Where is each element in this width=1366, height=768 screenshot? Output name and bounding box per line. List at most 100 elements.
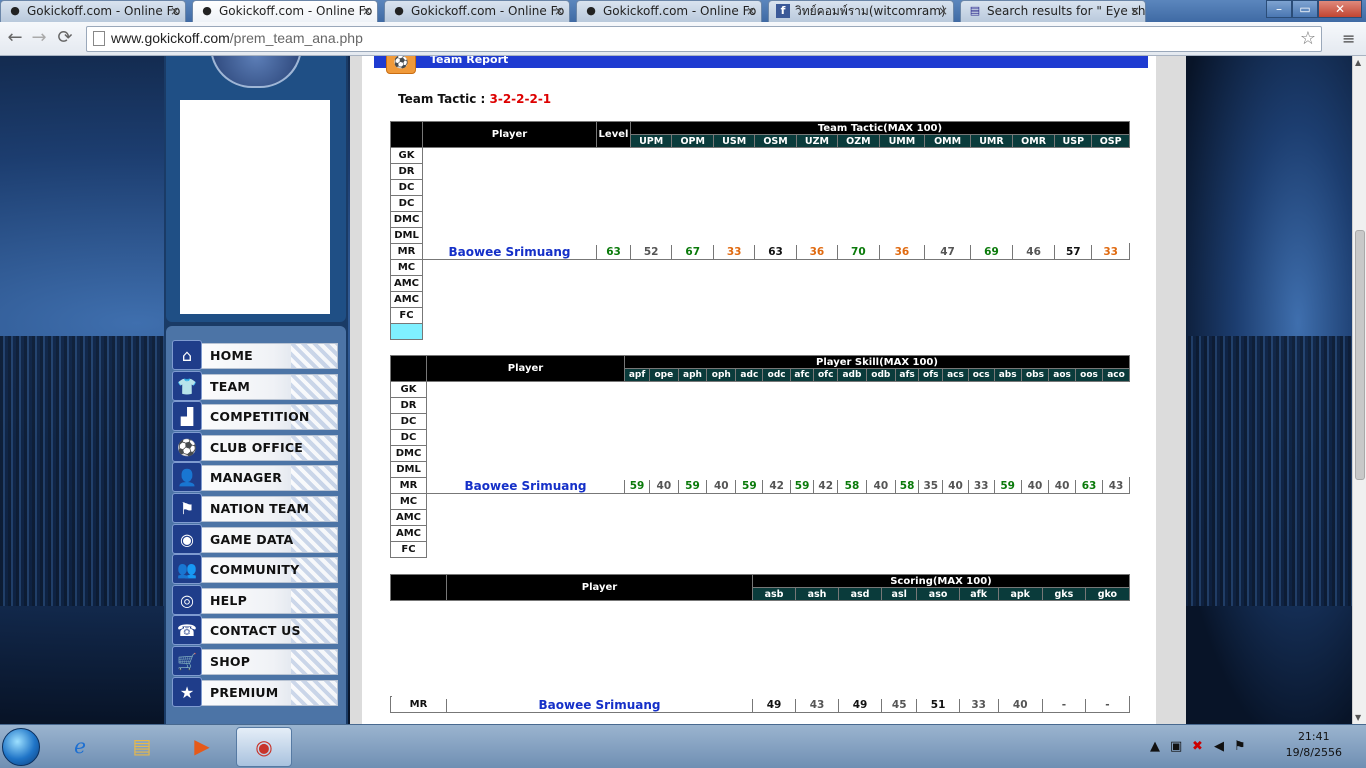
tab-title: Search results for " Eye shi bbox=[987, 4, 1146, 18]
subcol-header: OMR bbox=[1011, 134, 1056, 148]
lazy-load-mask bbox=[423, 150, 1129, 245]
club-info-box bbox=[180, 100, 330, 314]
value-cell: 63 bbox=[596, 243, 631, 260]
subcol-header: OMM bbox=[924, 134, 972, 148]
subcol-header: UPM bbox=[629, 134, 673, 148]
subcol-header: obs bbox=[1020, 368, 1050, 382]
menu-item-label: PREMIUM bbox=[210, 684, 279, 700]
position-cell: AMC bbox=[390, 525, 427, 542]
tab-2[interactable]: ● Gokickoff.com - Online Fo × bbox=[192, 0, 378, 22]
tab-3[interactable]: ● Gokickoff.com - Online Fo × bbox=[384, 0, 570, 22]
value-cell: 52 bbox=[629, 243, 673, 260]
vertical-scrollbar[interactable]: ▲ ▼ bbox=[1352, 56, 1366, 724]
phone-icon: ☎ bbox=[172, 615, 202, 646]
tab-6[interactable]: ▤ Search results for " Eye shi × bbox=[960, 0, 1146, 22]
menu-item-premium[interactable]: ★ PREMIUM bbox=[172, 676, 338, 708]
maximize-button[interactable]: ▭ bbox=[1292, 0, 1318, 18]
tab-4[interactable]: ● Gokickoff.com - Online Fo × bbox=[576, 0, 762, 22]
minimize-button[interactable]: – bbox=[1266, 0, 1292, 18]
table-row: MR Baowee Srimuang 63 52 67 33 63 36 70 36 47 69 46 5… bbox=[390, 243, 1130, 260]
menu-item-help[interactable]: ◎ HELP bbox=[172, 584, 338, 616]
menu-item-community[interactable]: 👥 COMMUNITY bbox=[172, 554, 338, 585]
volume-icon[interactable]: ◀ bbox=[1214, 739, 1224, 754]
media-player-icon[interactable]: ▶ bbox=[174, 727, 230, 767]
subcol-header: apf bbox=[623, 368, 651, 382]
bookmark-star-icon[interactable]: ☆ bbox=[1300, 28, 1316, 49]
show-hidden-icons-icon[interactable]: ▲ bbox=[1150, 739, 1160, 754]
network-icon[interactable]: ✖ bbox=[1192, 739, 1203, 754]
value-cell: 70 bbox=[837, 243, 880, 260]
position-cell: MR bbox=[390, 477, 427, 494]
flag-icon[interactable]: ⚑ bbox=[1234, 739, 1246, 754]
pos-header bbox=[390, 355, 427, 382]
subcol-header: afc bbox=[789, 368, 815, 382]
scroll-up-icon[interactable]: ▲ bbox=[1355, 58, 1361, 67]
subcol-header: ofc bbox=[813, 368, 839, 382]
tab-close-icon[interactable]: × bbox=[362, 1, 372, 21]
value-cell: 47 bbox=[924, 243, 972, 260]
value-cell: 33 bbox=[1091, 243, 1130, 260]
value-cell: 57 bbox=[1054, 243, 1093, 260]
start-button[interactable] bbox=[2, 728, 40, 766]
position-cell: DR bbox=[390, 397, 427, 414]
menu-item-manager[interactable]: 👤 MANAGER bbox=[172, 462, 338, 493]
page-viewport: ⌂ HOME 👕 TEAM ▟ COMPETITION ⚽ CLUB OFFICE 👤 MANAG… bbox=[0, 56, 1366, 724]
clock[interactable]: 21:41 19/8/2556 bbox=[1286, 729, 1342, 761]
page-icon bbox=[93, 31, 105, 46]
menu-icon[interactable]: ≡ bbox=[1342, 29, 1358, 48]
menu-item-nation-team[interactable]: ⚑ NATION TEAM bbox=[172, 492, 338, 524]
position-cell: AMC bbox=[390, 509, 427, 526]
menu-item-game-data[interactable]: ◉ GAME DATA bbox=[172, 523, 338, 555]
subcol-header: asb bbox=[751, 587, 797, 601]
close-window-button[interactable]: ✕ bbox=[1318, 0, 1362, 18]
scrollbar-thumb[interactable] bbox=[1355, 230, 1365, 480]
chrome-icon[interactable]: ◉ bbox=[236, 727, 292, 767]
tab-close-icon[interactable]: × bbox=[1130, 1, 1140, 21]
menu-item-team[interactable]: 👕 TEAM bbox=[172, 370, 338, 402]
lazy-load-mask bbox=[427, 384, 1129, 480]
subcol-header: OSP bbox=[1091, 134, 1130, 148]
lazy-load-mask bbox=[427, 496, 1151, 553]
player-header: Player bbox=[422, 121, 597, 148]
player-name-link[interactable]: Baowee Srimuang bbox=[422, 243, 597, 260]
taskbar: ℯ ▤ ▶ ◉ ▲ ▣ ✖ ◀ ⚑ 21:41 19/8/2556 bbox=[0, 724, 1366, 768]
tab-close-icon[interactable]: × bbox=[554, 1, 564, 21]
soccer-ball-icon: ⚽ bbox=[386, 56, 416, 74]
position-cell: DC bbox=[390, 413, 427, 430]
menu-item-shop[interactable]: 🛒 SHOP bbox=[172, 645, 338, 677]
value-cell: 33 bbox=[713, 243, 756, 260]
clock-time: 21:41 bbox=[1297, 730, 1330, 743]
url-text[interactable]: www.gokickoff.com/prem_team_ana.php bbox=[111, 30, 363, 46]
reload-icon[interactable]: ⟳ bbox=[54, 28, 76, 50]
tab-5[interactable]: f วิทย์คอมพ์ราม(witcomram) × bbox=[768, 0, 954, 22]
value-cell: 46 bbox=[1011, 243, 1056, 260]
tab-close-icon[interactable]: × bbox=[938, 1, 948, 21]
file-explorer-icon[interactable]: ▤ bbox=[114, 727, 170, 767]
back-icon[interactable]: ← bbox=[4, 28, 26, 50]
subcol-header: OSM bbox=[754, 134, 797, 148]
internet-explorer-icon[interactable]: ℯ bbox=[52, 727, 108, 767]
value-cell: 63 bbox=[754, 243, 797, 260]
address-bar[interactable]: www.gokickoff.com/prem_team_ana.php ☆ bbox=[86, 26, 1322, 52]
menu-item-contact-us[interactable]: ☎ CONTACT US bbox=[172, 615, 338, 646]
position-cell: AMC bbox=[390, 275, 423, 292]
menu-item-label: MANAGER bbox=[210, 470, 283, 486]
menu-item-label: GAME DATA bbox=[210, 531, 294, 547]
menu-item-club-office[interactable]: ⚽ CLUB OFFICE bbox=[172, 431, 338, 463]
subcol-header: acs bbox=[942, 368, 969, 382]
menu-item-competition[interactable]: ▟ COMPETITION bbox=[172, 401, 338, 432]
position-cell: DC bbox=[390, 179, 423, 196]
tab-close-icon[interactable]: × bbox=[746, 1, 756, 21]
person-icon: ● bbox=[586, 4, 596, 17]
subcol-header: afs bbox=[894, 368, 920, 382]
forward-icon[interactable]: → bbox=[28, 28, 50, 50]
tab-close-icon[interactable]: × bbox=[170, 1, 180, 21]
report-header: ⚽ Team Report bbox=[374, 56, 1148, 74]
scroll-down-icon[interactable]: ▼ bbox=[1355, 713, 1361, 722]
subcol-header: aso bbox=[916, 587, 960, 601]
menu-item-label: COMPETITION bbox=[210, 409, 310, 425]
tab-1[interactable]: ● Gokickoff.com - Online Fo × bbox=[0, 0, 186, 22]
position-cell: DMC bbox=[390, 445, 427, 462]
menu-item-home[interactable]: ⌂ HOME bbox=[172, 340, 338, 371]
device-icon[interactable]: ▣ bbox=[1170, 739, 1182, 754]
